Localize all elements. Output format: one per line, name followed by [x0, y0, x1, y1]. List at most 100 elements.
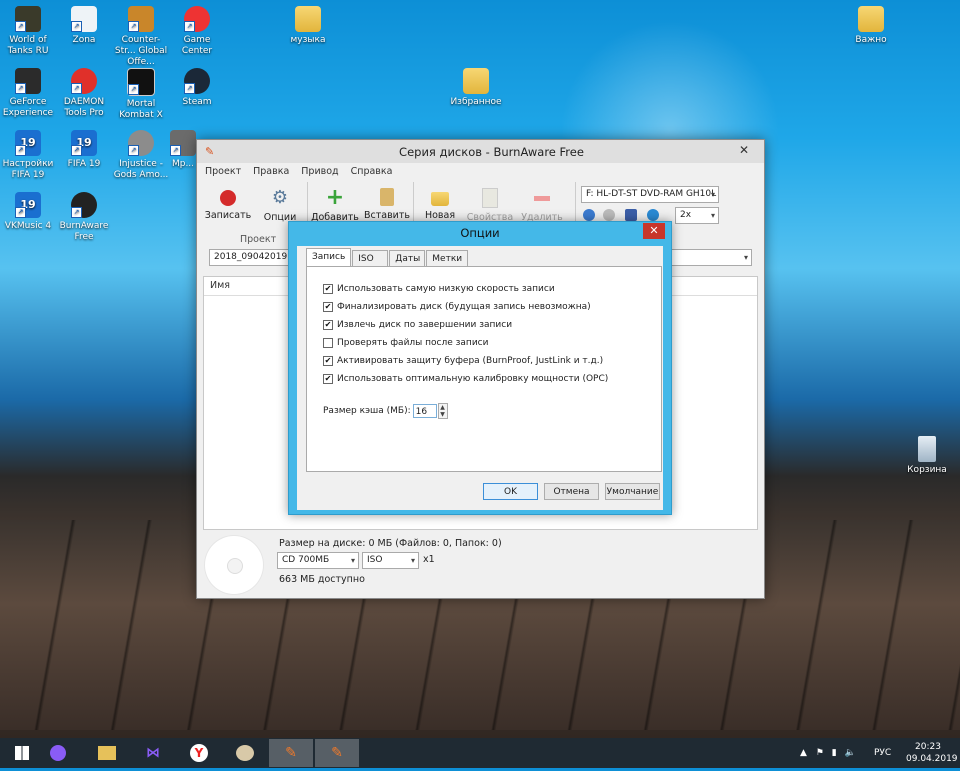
tab-dates[interactable]: Даты: [389, 250, 426, 267]
volume-icon[interactable]: 🔈: [845, 748, 856, 758]
geforce-icon: ↗: [15, 68, 41, 94]
path-dropdown[interactable]: ▾: [667, 249, 752, 266]
checkbox[interactable]: ✔: [323, 284, 333, 294]
desktop-icon-fifa[interactable]: 19 ↗ FIFA 19: [55, 130, 113, 170]
dialog-titlebar[interactable]: Опции ✕: [289, 222, 671, 244]
show-hidden-icons-chevron-icon[interactable]: ▲: [800, 748, 807, 758]
taskbar-yandex-browser[interactable]: Y: [177, 739, 221, 767]
desktop-icon-game-center[interactable]: ↗ Game Center: [168, 6, 226, 57]
disc-type-select[interactable]: CD 700МБ ▾: [277, 552, 359, 569]
taskbar-burnaware-2[interactable]: ✎: [315, 739, 359, 767]
desktop-icon-zona[interactable]: ↗ Zona: [55, 6, 113, 46]
visual-studio-icon: ⋈: [146, 745, 160, 761]
add-button[interactable]: + Добавить: [310, 185, 360, 224]
taskbar: ⋈ Y ✎ ✎ ▲ ⚑ ▮ 🔈 РУС 20:23 09.04.2019: [0, 738, 960, 768]
option-eject-disc[interactable]: ✔ Извлечь диск по завершении записи: [323, 320, 512, 330]
clock-time: 20:23: [915, 742, 941, 752]
network-icon[interactable]: ▮: [832, 748, 837, 758]
clock[interactable]: 20:23 09.04.2019: [906, 741, 958, 771]
window-close-button[interactable]: ✕: [724, 140, 764, 160]
chevron-down-icon: ▾: [350, 556, 355, 565]
cache-size-label: Размер кэша (МБ):: [323, 406, 411, 416]
zona-icon: ↗: [71, 6, 97, 32]
desktop-icon-world-of-tanks[interactable]: ↗ World of Tanks RU: [0, 6, 57, 57]
desktop-icon-important-folder[interactable]: Важно: [842, 6, 900, 46]
option-finalize-disc[interactable]: ✔ Финализировать диск (будущая запись нев…: [323, 302, 591, 312]
menu-project[interactable]: Проект: [205, 166, 241, 177]
cache-size-input[interactable]: 16: [412, 404, 437, 418]
dialog-tabs: Запись ISO Даты Метки: [306, 248, 469, 267]
alice-button[interactable]: [40, 739, 76, 767]
eject-icon[interactable]: [625, 209, 637, 221]
burnaware-icon: ↗: [71, 192, 97, 218]
taskbar-visual-studio[interactable]: ⋈: [131, 739, 175, 767]
tab-labels[interactable]: Метки: [426, 250, 469, 267]
burnaware-icon: ✎: [331, 745, 343, 761]
tab-burn[interactable]: Запись: [306, 248, 352, 267]
alice-icon: [50, 745, 66, 761]
app-icon: ↗: [170, 130, 196, 156]
language-indicator[interactable]: РУС: [874, 738, 891, 768]
disc-icon[interactable]: [603, 209, 615, 221]
checkbox[interactable]: ✔: [323, 374, 333, 384]
option-lowest-speed[interactable]: ✔ Использовать самую низкую скорость запи…: [323, 284, 555, 294]
delete-button[interactable]: Удалить: [517, 188, 567, 223]
cancel-button[interactable]: Отмена: [544, 483, 599, 500]
option-buffer-protection[interactable]: ✔ Активировать защиту буфера (BurnProof, …: [323, 356, 603, 366]
plus-icon: +: [325, 185, 345, 210]
option-opc[interactable]: ✔ Использовать оптимальную калибровку мощ…: [323, 374, 608, 384]
format-select[interactable]: ISO ▾: [362, 552, 419, 569]
menu-drive[interactable]: Привод: [301, 166, 338, 177]
desktop-icon-music-folder[interactable]: музыка: [279, 6, 337, 46]
options-button[interactable]: ⚙ Опции: [255, 188, 305, 224]
dialog-title: Опции: [460, 226, 500, 240]
default-button[interactable]: Умолчание: [605, 483, 660, 500]
desktop-icon-mkx[interactable]: ↗ Mortal Kombat X: [112, 68, 170, 121]
available-space-text: 663 МБ доступно: [279, 574, 365, 585]
taskbar-burnaware-1[interactable]: ✎: [269, 739, 313, 767]
paste-button[interactable]: Вставить: [362, 188, 412, 221]
desktop-icon-fifa-settings[interactable]: 19 ↗ Настройки FIFA 19: [0, 130, 57, 181]
record-icon: [220, 190, 236, 206]
refresh-icon[interactable]: [647, 209, 659, 221]
desktop-icon-injustice[interactable]: ↗ Injustice - Gods Amo...: [112, 130, 170, 181]
window-title: Серия дисков - BurnAware Free: [399, 144, 584, 159]
burnaware-icon: ✎: [285, 745, 297, 761]
dialog-body: Запись ISO Даты Метки ✔ Использовать саму…: [297, 246, 663, 510]
burn-button[interactable]: Записать: [203, 188, 253, 221]
cache-size-row: Размер кэша (МБ): 16 ▲ ▼: [323, 403, 448, 419]
desktop-icon-vkmusic[interactable]: 19 ↗ VKMusic 4: [0, 192, 57, 232]
taskbar-explorer[interactable]: [85, 739, 129, 767]
ok-button[interactable]: OK: [483, 483, 538, 500]
project-name-field[interactable]: 2018_09042019: [209, 249, 289, 266]
start-button[interactable]: [0, 739, 44, 767]
menu-edit[interactable]: Правка: [253, 166, 289, 177]
window-titlebar[interactable]: ✎ Серия дисков - BurnAware Free ✕: [197, 140, 764, 163]
cache-size-spinner[interactable]: ▲ ▼: [437, 403, 448, 419]
desktop-icon-burnaware[interactable]: ↗ BurnAware Free: [55, 192, 113, 243]
taskbar-paint[interactable]: [223, 739, 267, 767]
drive-select[interactable]: F: HL-DT-ST DVD-RAM GH10L ▾: [581, 186, 719, 203]
menu-help[interactable]: Справка: [351, 166, 393, 177]
properties-button[interactable]: Свойства: [465, 188, 515, 223]
desktop-icon-daemon[interactable]: ↗ DAEMON Tools Pro: [55, 68, 113, 119]
checkbox[interactable]: ✔: [323, 302, 333, 312]
speed-select[interactable]: 2x ▾: [675, 207, 719, 224]
checkbox[interactable]: ✔: [323, 356, 333, 366]
dialog-close-button[interactable]: ✕: [643, 223, 665, 239]
desktop-icon-csgo[interactable]: ↗ Counter-Str... Global Offe...: [112, 6, 170, 68]
checkbox[interactable]: ✔: [323, 320, 333, 330]
desktop-icon-steam[interactable]: ↗ Steam: [168, 68, 226, 108]
desktop-icon-mp[interactable]: ↗ Mp...: [168, 130, 198, 170]
tab-iso[interactable]: ISO: [352, 250, 389, 267]
desktop-icon-geforce[interactable]: ↗ GeForce Experience: [0, 68, 57, 119]
fifa-settings-icon: 19 ↗: [15, 130, 41, 156]
option-verify-files[interactable]: Проверять файлы после записи: [323, 338, 488, 348]
desktop-icon-recycle-bin[interactable]: Корзина: [898, 436, 956, 476]
desktop-icon-favorites-folder[interactable]: Избранное: [447, 68, 505, 108]
minus-icon: [534, 196, 550, 201]
checkbox[interactable]: [323, 338, 333, 348]
disc-info-icon[interactable]: [583, 209, 595, 221]
fifa-icon: 19 ↗: [71, 130, 97, 156]
flag-icon[interactable]: ⚑: [816, 748, 824, 758]
